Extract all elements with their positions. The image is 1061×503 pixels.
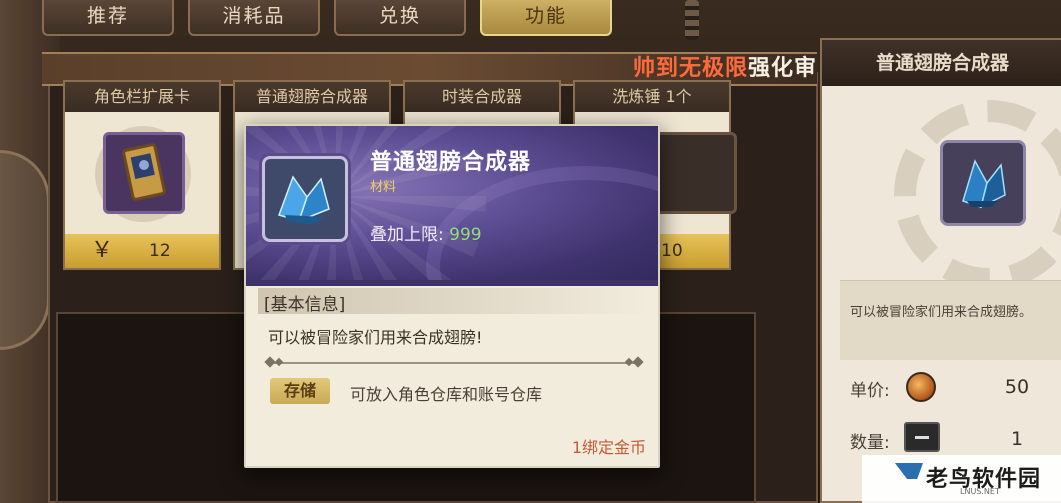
crystal-icon: [940, 140, 1026, 226]
price-amount: 12: [149, 241, 171, 261]
section-title: [基本信息]: [264, 295, 346, 315]
tooltip-header: 普通翅膀合成器 材料 叠加上限: 999: [246, 126, 658, 280]
bird-logo-icon: [889, 463, 923, 479]
ornament-divider: [264, 356, 644, 368]
divider-diamond: [632, 356, 644, 368]
divider-diamond: [274, 357, 284, 367]
detail-description: 可以被冒险家们用来合成翅膀。: [850, 305, 1033, 320]
currency-icon: ￥: [91, 238, 114, 263]
tab-function[interactable]: 功能: [480, 0, 612, 36]
stack-limit-value: 999: [449, 225, 482, 245]
tab-exchange[interactable]: 兑换: [334, 0, 466, 36]
banner-highlight: 帅到无极限: [632, 56, 748, 81]
watermark: 老鸟软件园 LNUS.NET: [862, 455, 1061, 503]
detail-header: 普通翅膀合成器: [822, 40, 1061, 86]
coin-icon: [906, 372, 936, 402]
item-description: 可以被冒险家们用来合成翅膀!: [268, 328, 483, 347]
quantity-minus-button[interactable]: [904, 422, 940, 452]
stack-limit: 叠加上限: 999: [370, 220, 482, 245]
price-amount: 10: [661, 241, 683, 261]
section-header: [基本信息]: [258, 288, 648, 315]
unit-price-value: 50: [1004, 376, 1030, 398]
background-arch: [0, 150, 50, 350]
hammer-icon: [655, 132, 737, 214]
unit-price-label: 单价:: [850, 381, 890, 401]
crystal-icon: [262, 156, 348, 242]
header-divider: [246, 280, 658, 286]
card-title: 洗炼锤 1个: [575, 82, 729, 112]
item-name: 普通翅膀合成器: [370, 150, 532, 175]
sell-price: 1绑定金币: [571, 438, 646, 457]
price-bar: ￥ 12: [65, 234, 219, 268]
detail-title: 普通翅膀合成器: [876, 52, 1010, 74]
storage-text: 可放入角色仓库和账号仓库: [350, 385, 543, 404]
quantity-value[interactable]: 1: [992, 428, 1042, 450]
chain-decoration: [685, 0, 699, 40]
tab-recommend[interactable]: 推荐: [42, 0, 174, 36]
watermark-subtext: LNUS.NET: [960, 487, 1000, 496]
item-tooltip: 普通翅膀合成器 材料 叠加上限: 999 [基本信息] 可以被冒险家们用来合成翅…: [244, 124, 660, 468]
item-type: 材料: [370, 180, 397, 195]
expansion-card-icon: [103, 132, 185, 214]
tab-consumables[interactable]: 消耗品: [188, 0, 320, 36]
detail-description-box: 可以被冒险家们用来合成翅膀。: [840, 280, 1061, 360]
banner-rest: 强化审: [747, 56, 817, 81]
card-title: 普通翅膀合成器: [235, 82, 389, 112]
detail-panel: 普通翅膀合成器 可以被冒险家们用来合成翅膀。 单价: 50 数量: 1: [820, 38, 1061, 503]
card-title: 时装合成器: [405, 82, 559, 112]
storage-badge: 存储: [270, 378, 330, 404]
stack-limit-label: 叠加上限:: [370, 225, 444, 245]
quantity-label: 数量:: [850, 433, 890, 453]
shop-card[interactable]: 角色栏扩展卡 ￥ 12: [63, 80, 221, 270]
card-title: 角色栏扩展卡: [65, 82, 219, 112]
